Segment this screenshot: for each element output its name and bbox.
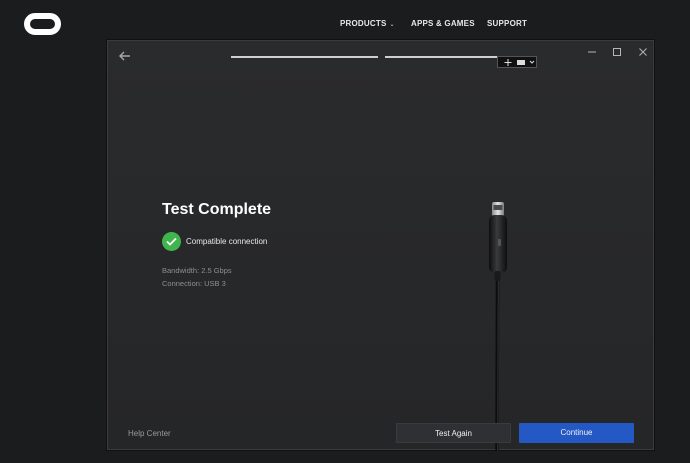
usb-cable-illustration xyxy=(483,201,513,452)
status-label: Compatible connection xyxy=(186,237,268,246)
capture-toolbar[interactable] xyxy=(497,56,537,68)
test-again-button[interactable]: Test Again xyxy=(396,423,511,443)
back-arrow-icon[interactable] xyxy=(118,49,132,63)
maximize-icon[interactable] xyxy=(610,47,624,61)
connection-readout: Connection: USB 3 xyxy=(162,279,226,288)
setup-window: Test Complete Compatible connection Band… xyxy=(107,40,654,452)
progress-step-1 xyxy=(231,56,378,58)
continue-button[interactable]: Continue xyxy=(519,423,634,443)
check-icon xyxy=(162,232,181,251)
bandwidth-readout: Bandwidth: 2.5 Gbps xyxy=(162,266,232,275)
help-center-link[interactable]: Help Center xyxy=(128,429,171,438)
chevron-down-icon: ⌄ xyxy=(389,22,395,28)
nav-products[interactable]: PRODUCTS ⌄ xyxy=(340,19,395,28)
minimize-icon[interactable] xyxy=(585,47,599,61)
nav-apps-games[interactable]: APPS & GAMES xyxy=(411,19,475,28)
page-footer-strip xyxy=(0,451,690,463)
page-title: Test Complete xyxy=(162,201,272,218)
close-icon[interactable] xyxy=(636,47,650,61)
oculus-logo[interactable] xyxy=(24,13,61,35)
nav-support[interactable]: SUPPORT xyxy=(487,19,527,28)
